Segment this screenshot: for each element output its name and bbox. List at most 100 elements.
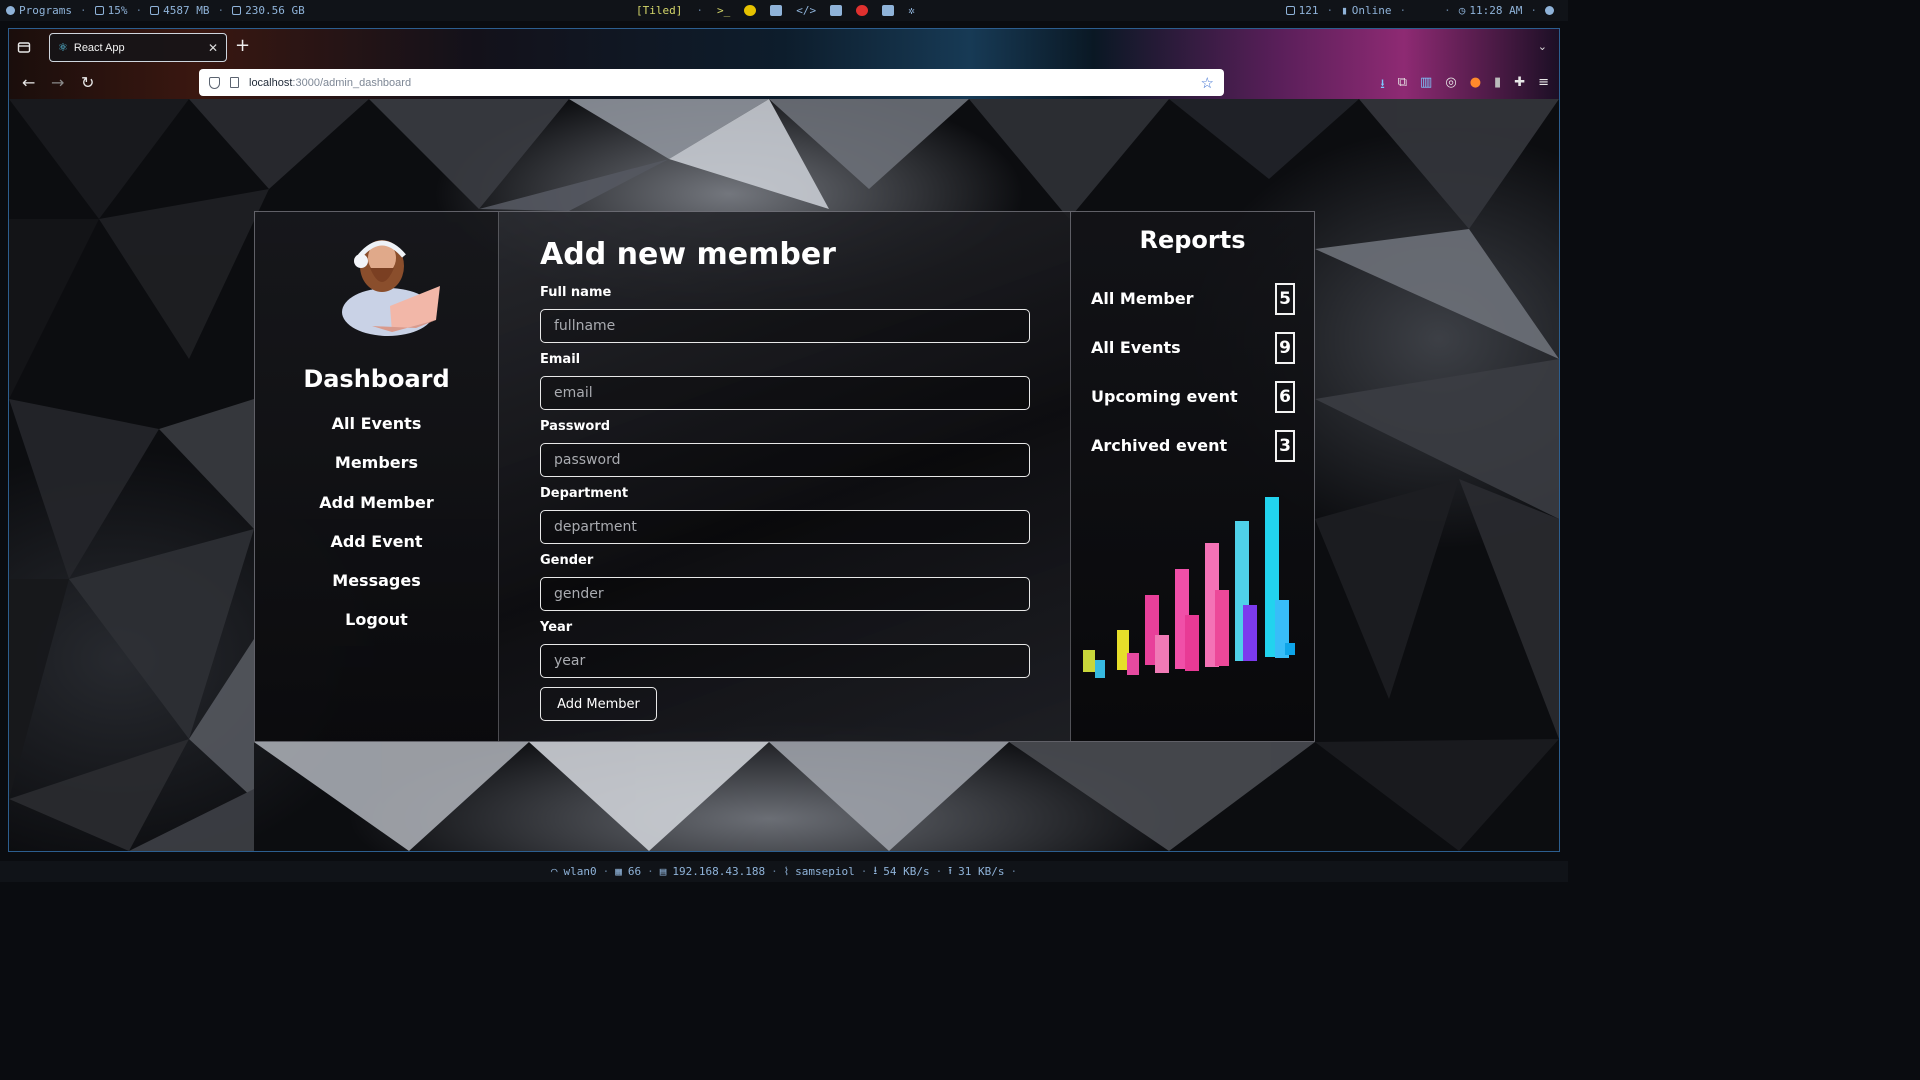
reports-panel: Reports All Member 5 All Events 9 Upcomi…	[1071, 212, 1314, 741]
extensions-icon[interactable]: ⧉	[1398, 75, 1407, 97]
sidebar-item-add-event[interactable]: Add Event	[255, 530, 498, 569]
terminal-icon[interactable]: >_	[717, 4, 730, 17]
report-row-all-member: All Member 5	[1091, 274, 1295, 323]
department-label: Department	[540, 486, 629, 501]
fullname-label: Full name	[540, 285, 612, 300]
code-icon[interactable]: </>	[796, 4, 816, 17]
account-icon[interactable]: ◎	[1445, 75, 1456, 97]
year-field: Year	[540, 620, 1030, 687]
address-bar[interactable]: localhost:3000/admin_dashboard ☆	[199, 69, 1224, 96]
bookmark-star-icon[interactable]: ☆	[1201, 74, 1214, 92]
form-title: Add new member	[540, 237, 836, 272]
tab-list-icon[interactable]	[17, 39, 33, 55]
sidebar-item-all-events[interactable]: All Events	[255, 412, 498, 451]
updates-icon	[1285, 6, 1295, 15]
system-bottom-bar: ◠ wlan0 · ▦ 66 · ▤ 192.168.43.188 · ⌇ samsep…	[0, 861, 1568, 882]
updates-indicator[interactable]: 121	[1285, 4, 1319, 17]
network-status: Online	[1351, 4, 1392, 17]
clock[interactable]: ◷ 11:28 AM	[1459, 4, 1523, 17]
upload-speed-icon: ⭱	[948, 864, 953, 877]
page-icon[interactable]	[230, 77, 239, 88]
sidebar-icon[interactable]: ▥	[1420, 75, 1432, 97]
url-host: localhost	[249, 76, 293, 89]
moon-icon[interactable]	[744, 5, 757, 16]
report-label: Upcoming event	[1091, 387, 1238, 406]
settings-icon[interactable]: ✲	[908, 4, 915, 17]
pin-icon[interactable]: ✚	[1514, 75, 1525, 97]
disk-indicator: 230.56 GB	[232, 4, 305, 17]
react-favicon-icon: ⚛	[58, 42, 68, 54]
close-tab-icon[interactable]: ✕	[208, 41, 218, 55]
report-count: 9	[1275, 331, 1295, 364]
gender-label: Gender	[540, 553, 594, 568]
email-field: Email	[540, 352, 1030, 419]
shield-icon[interactable]	[209, 76, 220, 89]
memory-indicator: 4587 MB	[150, 4, 209, 17]
developer-avatar	[342, 240, 440, 336]
forward-icon[interactable]: →	[51, 73, 64, 92]
chat-icon[interactable]	[856, 5, 869, 16]
sidebar-item-add-member[interactable]: Add Member	[255, 491, 498, 530]
password-input[interactable]	[540, 443, 1030, 477]
puzzle-icon[interactable]: ▮	[1494, 75, 1501, 97]
disk-value: 230.56 GB	[245, 4, 305, 17]
layout-indicator[interactable]: [Tiled]	[636, 4, 682, 17]
clock-time: 11:28 AM	[1469, 4, 1523, 17]
decorative-3d-bar-chart	[1083, 497, 1295, 678]
folder-icon[interactable]	[770, 5, 783, 16]
video-icon[interactable]	[882, 5, 895, 16]
gender-input[interactable]	[540, 577, 1030, 611]
cpu-indicator: 15%	[94, 4, 127, 17]
menu-icon[interactable]: ≡	[1538, 75, 1549, 97]
updates-count: 121	[1298, 4, 1319, 17]
memory-value: 4587 MB	[163, 4, 210, 17]
programs-menu[interactable]: Programs	[6, 4, 72, 17]
report-label: Archived event	[1091, 436, 1228, 455]
year-input[interactable]	[540, 644, 1030, 678]
new-tab-icon[interactable]: +	[235, 37, 250, 55]
ssid-icon: ⌇	[783, 865, 790, 878]
tab-react-app[interactable]: ⚛ React App ✕	[49, 33, 227, 62]
browser-toolbar-right: ⭳ ⧉ ▥ ◎ ● ▮ ✚ ≡	[1380, 75, 1549, 97]
browser-window: ⚛ React App ✕ + ⌄ ← → ↻ localhost:3000/a…	[8, 28, 1560, 852]
signal-strength-icon: ▦	[615, 865, 622, 878]
signal-value: 66	[627, 865, 642, 878]
download-icon[interactable]: ⭳	[1380, 75, 1385, 97]
wifi-icon: ◠	[550, 865, 558, 878]
upload-speed: 31 KB/s	[958, 865, 1005, 878]
reload-icon[interactable]: ↻	[81, 73, 94, 92]
back-icon[interactable]: ←	[22, 73, 35, 92]
network-indicator[interactable]: ▮ Online	[1341, 4, 1391, 17]
report-count: 3	[1275, 429, 1295, 462]
password-label: Password	[540, 419, 611, 434]
gender-field: Gender	[540, 553, 1030, 620]
department-input[interactable]	[540, 510, 1030, 544]
report-label: All Events	[1091, 338, 1181, 357]
report-count: 6	[1275, 380, 1295, 413]
download-speed-icon: ⭳	[873, 864, 878, 877]
download-speed: 54 KB/s	[883, 865, 930, 878]
report-row-archived-event: Archived event 3	[1091, 421, 1295, 470]
power-icon[interactable]	[1545, 6, 1554, 15]
report-count: 5	[1275, 282, 1295, 315]
add-member-form: Full name Email Password Department	[540, 285, 1030, 687]
report-label: All Member	[1091, 289, 1194, 308]
add-member-button[interactable]: Add Member	[540, 687, 657, 721]
password-field: Password	[540, 419, 1030, 486]
disk-icon	[232, 6, 242, 15]
fox-extension-icon[interactable]: ●	[1470, 75, 1481, 97]
sidebar-item-members[interactable]: Members	[255, 451, 498, 490]
page-viewport: Dashboard All Events Members Add Member …	[9, 99, 1559, 851]
report-row-all-events: All Events 9	[1091, 323, 1295, 372]
email-input[interactable]	[540, 376, 1030, 410]
sidebar-item-logout[interactable]: Logout	[255, 608, 498, 647]
sidebar-menu: All Events Members Add Member Add Event …	[255, 412, 498, 648]
fullname-input[interactable]	[540, 309, 1030, 343]
cpu-icon	[94, 6, 104, 15]
reports-title: Reports	[1139, 226, 1246, 254]
browser-chrome: ⚛ React App ✕ + ⌄ ← → ↻ localhost:3000/a…	[9, 29, 1559, 99]
department-field: Department	[540, 486, 1030, 553]
chevron-down-icon[interactable]: ⌄	[1538, 40, 1547, 53]
notes-icon[interactable]	[830, 5, 843, 16]
sidebar-item-messages[interactable]: Messages	[255, 569, 498, 608]
